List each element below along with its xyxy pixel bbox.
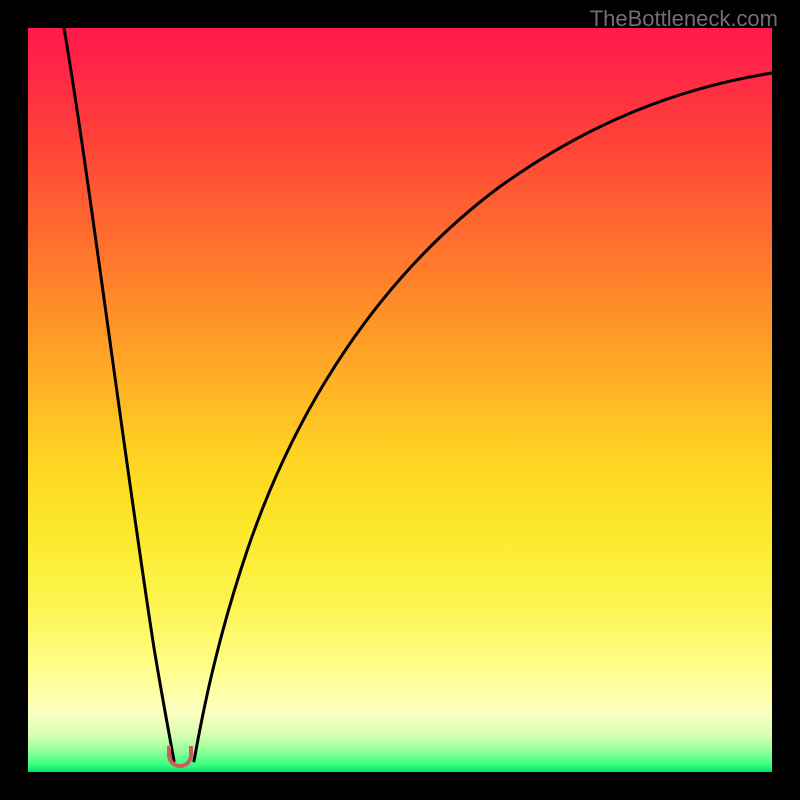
- chart-curves: [28, 28, 772, 772]
- watermark-text: TheBottleneck.com: [590, 6, 778, 32]
- curve-left-branch: [64, 28, 174, 761]
- plot-area: [28, 28, 772, 772]
- curve-right-branch: [194, 73, 772, 761]
